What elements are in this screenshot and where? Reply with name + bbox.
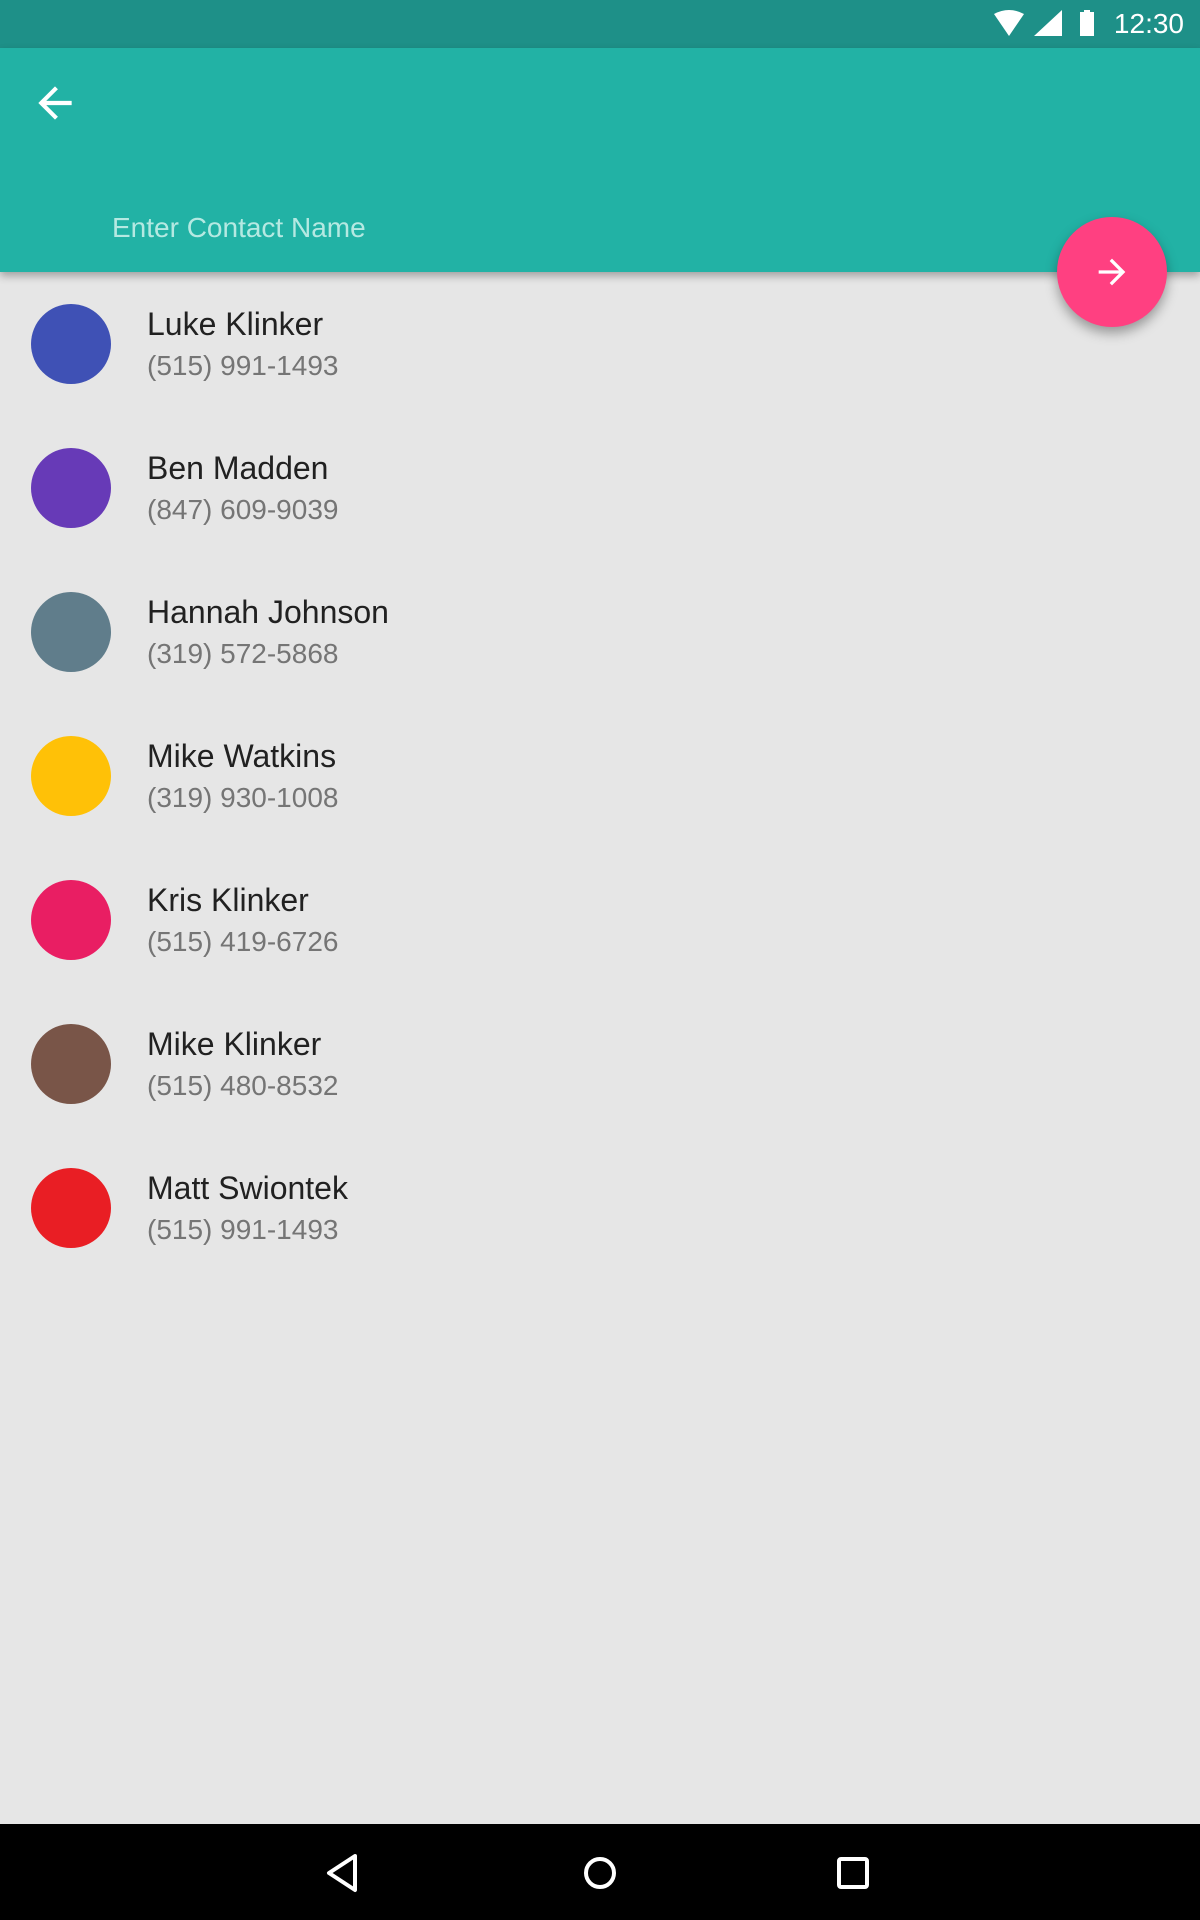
wifi-icon — [994, 10, 1024, 36]
contact-item[interactable]: Mike Watkins (319) 930-1008 — [0, 704, 1200, 848]
avatar — [31, 1024, 111, 1104]
recents-nav-icon[interactable] — [828, 1848, 878, 1898]
avatar — [31, 304, 111, 384]
arrow-right-icon — [1098, 258, 1126, 286]
avatar — [31, 1168, 111, 1248]
avatar — [31, 592, 111, 672]
contact-item[interactable]: Mike Klinker (515) 480-8532 — [0, 992, 1200, 1136]
contact-name: Luke Klinker — [147, 306, 324, 342]
contact-item[interactable]: Hannah Johnson (319) 572-5868 — [0, 560, 1200, 704]
contact-phone: (515) 991-1493 — [147, 1214, 339, 1245]
contact-phone: (847) 609-9039 — [147, 494, 339, 525]
contact-name: Kris Klinker — [147, 882, 309, 918]
contact-name: Mike Watkins — [147, 738, 337, 774]
status-icons — [994, 10, 1094, 36]
clock: 12:30 — [1113, 8, 1184, 39]
back-button[interactable] — [30, 78, 80, 128]
home-nav-icon[interactable] — [575, 1848, 625, 1898]
avatar — [31, 880, 111, 960]
status-bar: 12:30 — [0, 0, 1200, 48]
contact-item[interactable]: Matt Swiontek (515) 991-1493 — [0, 1136, 1200, 1280]
contact-phone: (515) 419-6726 — [147, 926, 339, 957]
contact-phone: (319) 572-5868 — [147, 638, 339, 669]
contact-name: Mike Klinker — [147, 1026, 322, 1062]
signal-icon — [1034, 10, 1062, 36]
contact-name: Ben Madden — [147, 450, 329, 486]
contact-name-input[interactable] — [112, 203, 1012, 253]
arrow-left-icon — [38, 86, 72, 120]
contact-phone: (319) 930-1008 — [147, 782, 339, 813]
contact-item[interactable]: Luke Klinker (515) 991-1493 — [0, 272, 1200, 416]
contact-list: Luke Klinker (515) 991-1493 Ben Madden (… — [0, 272, 1200, 1280]
toolbar — [0, 48, 1200, 272]
battery-icon — [1080, 12, 1094, 36]
contact-name: Matt Swiontek — [147, 1170, 348, 1206]
avatar — [31, 448, 111, 528]
contact-item[interactable]: Ben Madden (847) 609-9039 — [0, 416, 1200, 560]
contact-item[interactable]: Kris Klinker (515) 419-6726 — [0, 848, 1200, 992]
contact-phone: (515) 480-8532 — [147, 1070, 339, 1101]
contact-name: Hannah Johnson — [147, 594, 389, 630]
navigation-bar — [0, 1824, 1200, 1920]
contact-phone: (515) 991-1493 — [147, 350, 339, 381]
back-nav-icon[interactable] — [317, 1848, 367, 1898]
avatar — [31, 736, 111, 816]
next-button[interactable] — [1057, 217, 1167, 327]
